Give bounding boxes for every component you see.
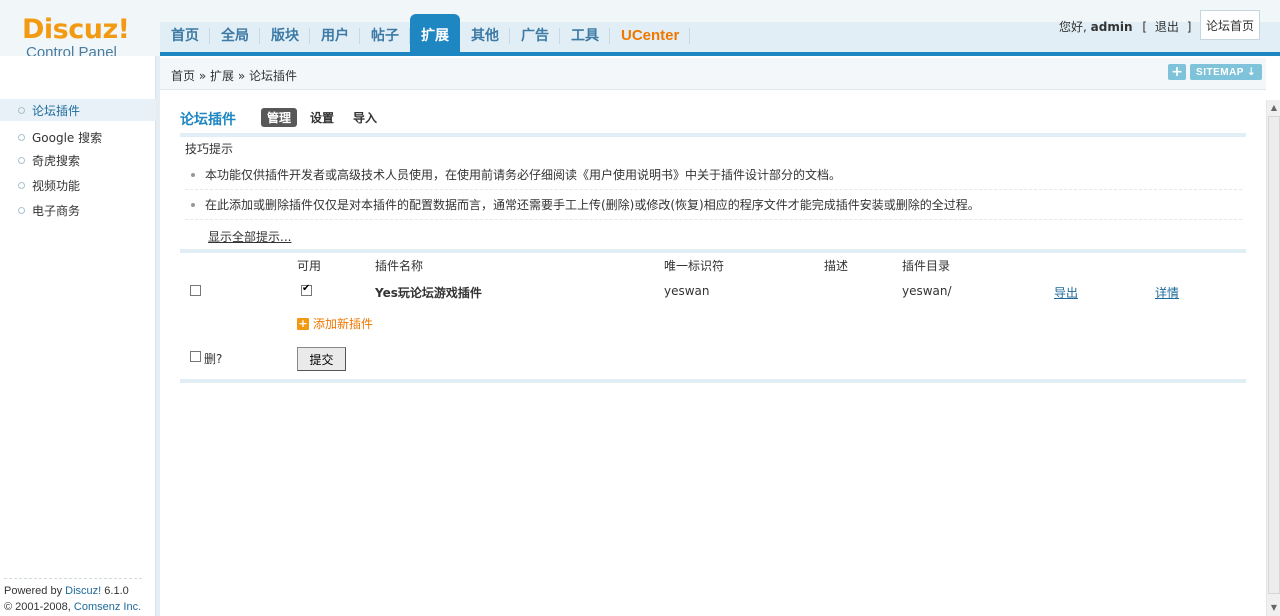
discuz-link[interactable]: Discuz! bbox=[65, 585, 101, 597]
powered-by-line: Powered by Discuz! 6.1.0 bbox=[4, 583, 142, 599]
nav-tab-global[interactable]: 全局 bbox=[210, 14, 260, 52]
bullet-icon bbox=[191, 202, 195, 207]
tab-manage[interactable]: 管理 bbox=[261, 108, 298, 127]
breadcrumb-bar: 首页 » 扩展 » 论坛插件 + SITEMAP ⇣ bbox=[160, 58, 1266, 90]
scroll-down-arrow-icon[interactable]: ▼ bbox=[1267, 600, 1280, 614]
column-header-enabled: 可用 bbox=[297, 259, 322, 273]
vertical-scrollbar[interactable]: ▲ ▼ bbox=[1266, 100, 1280, 616]
add-plugin-label: 添加新插件 bbox=[313, 317, 374, 331]
section-divider bbox=[180, 249, 1246, 253]
logout-bracket-open: [ bbox=[1142, 20, 1148, 34]
column-header-name: 插件名称 bbox=[375, 259, 424, 273]
scroll-up-arrow-icon[interactable]: ▲ bbox=[1267, 100, 1280, 114]
show-all-tips-link[interactable]: 显示全部提示... bbox=[208, 228, 291, 245]
sidebar-item-label: 奇虎搜索 bbox=[32, 153, 81, 168]
nav-tab-ucenter[interactable]: UCenter bbox=[610, 14, 691, 52]
forum-home-button[interactable]: 论坛首页 bbox=[1200, 10, 1260, 40]
sidebar-item-forum-plugins[interactable]: 论坛插件 bbox=[0, 99, 156, 121]
bullet-icon bbox=[191, 172, 195, 177]
nav-tab-ads[interactable]: 广告 bbox=[510, 14, 560, 52]
breadcrumb-current: 论坛插件 bbox=[249, 69, 298, 83]
sitemap-button[interactable]: SITEMAP ⇣ bbox=[1190, 64, 1262, 80]
tip-item: 本功能仅供插件开发者或高级技术人员使用，在使用前请务必仔细阅读《用户使用说明书》… bbox=[185, 160, 1242, 190]
breadcrumb-extensions[interactable]: 扩展 bbox=[210, 69, 234, 83]
version-text: 6.1.0 bbox=[104, 585, 129, 597]
nav-tab-tools[interactable]: 工具 bbox=[560, 14, 610, 52]
logout-bracket-close: ] bbox=[1186, 20, 1192, 34]
circle-bullet-icon bbox=[18, 156, 25, 164]
plugin-directory: yeswan/ bbox=[902, 284, 952, 298]
section-divider bbox=[180, 133, 1246, 137]
page-title: 论坛插件 bbox=[180, 112, 236, 128]
column-header-description: 描述 bbox=[824, 259, 849, 273]
tip-item: 在此添加或删除插件仅仅是对本插件的配置数据而言，通常还需要手工上传(删除)或修改… bbox=[185, 190, 1242, 220]
nav-tab-other[interactable]: 其他 bbox=[460, 14, 510, 52]
circle-bullet-icon bbox=[18, 181, 25, 189]
username: admin bbox=[1090, 20, 1133, 34]
sidebar-item-label: 论坛插件 bbox=[32, 103, 81, 118]
circle-bullet-icon bbox=[18, 206, 25, 214]
sidebar-item-google-search[interactable]: Google 搜索 bbox=[0, 126, 156, 148]
main-nav: 首页 全局 版块 用户 帖子 扩展 其他 广告 工具 UCenter bbox=[160, 14, 691, 52]
tip-text: 在此添加或删除插件仅仅是对本插件的配置数据而言，通常还需要手工上传(删除)或修改… bbox=[205, 198, 980, 212]
nav-tab-forums[interactable]: 版块 bbox=[260, 14, 310, 52]
sidebar-item-video[interactable]: 视频功能 bbox=[0, 174, 156, 196]
circle-bullet-icon bbox=[18, 133, 25, 141]
details-link[interactable]: 详情 bbox=[1155, 284, 1179, 301]
export-link[interactable]: 导出 bbox=[1054, 284, 1078, 301]
breadcrumb-separator: » bbox=[198, 69, 207, 83]
circle-bullet-icon bbox=[18, 106, 25, 114]
nav-tab-home[interactable]: 首页 bbox=[160, 14, 210, 52]
nav-tab-extensions[interactable]: 扩展 bbox=[410, 14, 460, 52]
breadcrumb-home[interactable]: 首页 bbox=[171, 69, 195, 83]
user-greeting: 您好, admin [ 退出 ] bbox=[1059, 18, 1191, 35]
tip-text: 本功能仅供插件开发者或高级技术人员使用，在使用前请务必仔细阅读《用户使用说明书》… bbox=[205, 168, 842, 182]
column-header-identifier: 唯一标识符 bbox=[664, 259, 725, 273]
section-divider bbox=[180, 379, 1246, 383]
scroll-thumb[interactable] bbox=[1268, 116, 1280, 594]
control-panel-window: Discuz! Control Panel 首页 全局 版块 用户 帖子 扩展 … bbox=[0, 0, 1280, 616]
sidebar-item-label: 视频功能 bbox=[32, 178, 81, 193]
add-shortcut-button[interactable]: + bbox=[1168, 64, 1186, 80]
tips-title: 技巧提示 bbox=[185, 142, 234, 156]
tab-import[interactable]: 导入 bbox=[347, 108, 383, 127]
logout-link[interactable]: 退出 bbox=[1155, 20, 1179, 34]
sidebar-item-ecommerce[interactable]: 电子商务 bbox=[0, 199, 156, 221]
nav-underline bbox=[160, 52, 1280, 56]
add-plugin-link[interactable]: + 添加新插件 bbox=[297, 315, 373, 332]
comsenz-link[interactable]: Comsenz Inc. bbox=[74, 601, 141, 613]
submit-button[interactable]: 提交 bbox=[297, 347, 346, 371]
sidebar-edge bbox=[156, 56, 160, 616]
breadcrumb: 首页 » 扩展 » 论坛插件 bbox=[171, 67, 297, 84]
plugin-enabled-checkbox[interactable] bbox=[301, 283, 312, 296]
plugin-identifier: yeswan bbox=[664, 284, 710, 298]
copyright-line: © 2001-2008, Comsenz Inc. bbox=[4, 599, 142, 615]
plus-icon: + bbox=[297, 316, 309, 330]
copyright-text: © 2001-2008, bbox=[4, 601, 71, 613]
plugin-name: Yes玩论坛游戏插件 bbox=[375, 286, 482, 300]
tab-settings[interactable]: 设置 bbox=[304, 108, 340, 127]
delete-label: 删? bbox=[204, 352, 223, 366]
nav-tab-users[interactable]: 用户 bbox=[310, 14, 360, 52]
powered-by-text: Powered by bbox=[4, 585, 63, 597]
sidebar-item-label: 电子商务 bbox=[32, 203, 81, 218]
nav-tab-posts[interactable]: 帖子 bbox=[360, 14, 410, 52]
row-select-checkbox[interactable] bbox=[190, 285, 201, 296]
sidebar-footer: Powered by Discuz! 6.1.0 © 2001-2008, Co… bbox=[4, 578, 142, 615]
breadcrumb-separator: » bbox=[237, 69, 246, 83]
column-header-directory: 插件目录 bbox=[902, 259, 951, 273]
sidebar-item-label: Google 搜索 bbox=[32, 130, 103, 145]
greeting-text: 您好, bbox=[1059, 20, 1087, 34]
delete-all-checkbox[interactable] bbox=[190, 351, 201, 362]
logo-text: Discuz! bbox=[22, 14, 130, 45]
sidebar-item-qihoo-search[interactable]: 奇虎搜索 bbox=[0, 149, 156, 171]
